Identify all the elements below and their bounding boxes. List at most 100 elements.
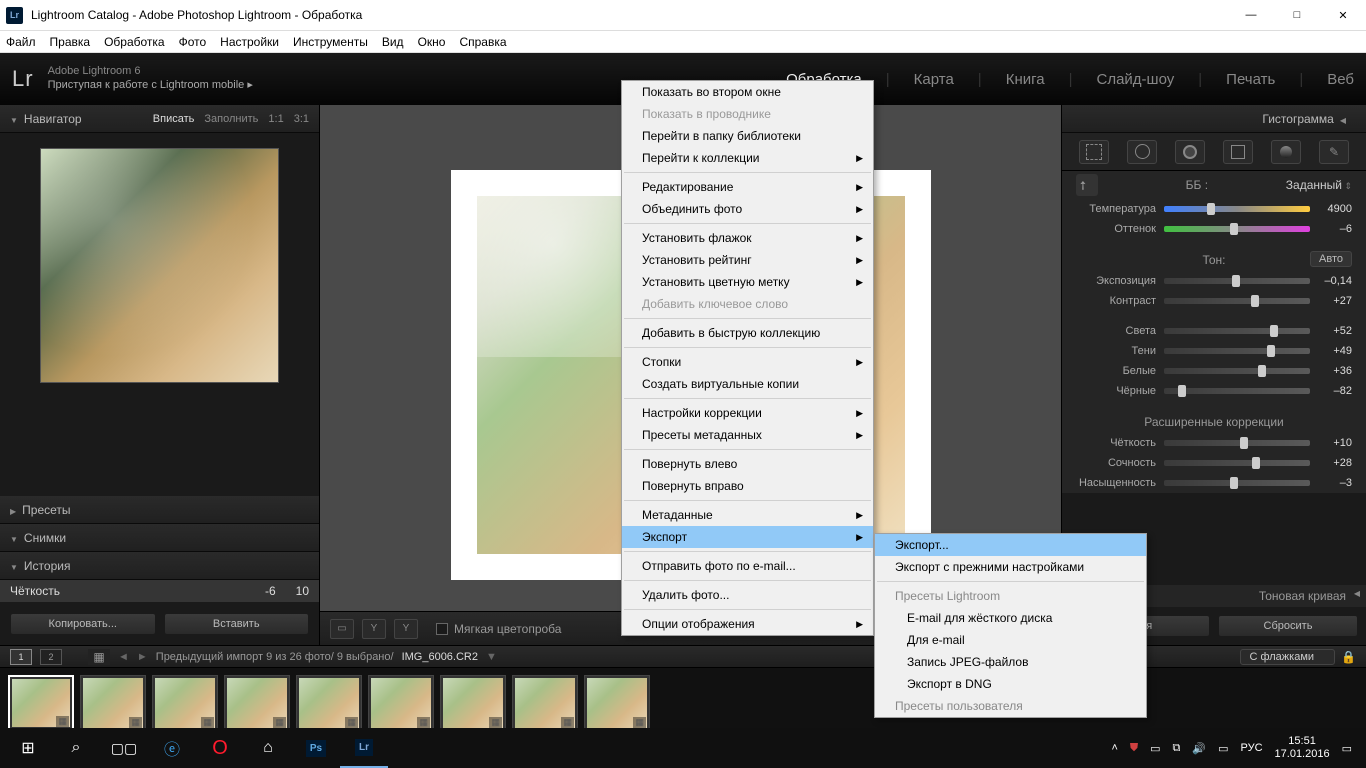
fs-secondary-display-icon[interactable]: 2 [40, 649, 62, 665]
filmstrip-thumb[interactable] [80, 675, 146, 731]
tray-volume-icon[interactable]: 🔊 [1192, 742, 1206, 755]
slider-Температура[interactable]: Температура4900 [1062, 199, 1366, 219]
photoshop-icon[interactable]: Ps [292, 728, 340, 768]
tray-input-icon[interactable]: ▭ [1218, 742, 1228, 755]
module-Слайд-шоу[interactable]: Слайд-шоу [1097, 71, 1175, 88]
menu-окно[interactable]: Окно [418, 35, 446, 49]
menu-настройки[interactable]: Настройки [220, 35, 279, 49]
eyedropper-icon[interactable] [1076, 174, 1098, 196]
slider-Экспозиция[interactable]: Экспозиция–0,14 [1062, 271, 1366, 291]
presets-header[interactable]: Пресеты [0, 496, 319, 524]
slider-Света[interactable]: Света+52 [1062, 321, 1366, 341]
filmstrip-thumb[interactable] [152, 675, 218, 731]
filmstrip-thumb[interactable] [512, 675, 578, 731]
submenu-item[interactable]: E-mail для жёсткого диска [875, 607, 1146, 629]
ctx-item[interactable]: Опции отображения▶ [622, 613, 873, 635]
ctx-item[interactable]: Объединить фото▶ [622, 198, 873, 220]
tray-language[interactable]: РУС [1241, 742, 1263, 754]
module-Веб[interactable]: Веб [1327, 71, 1354, 88]
tray-network-icon[interactable]: ⧉ [1173, 742, 1181, 755]
search-icon[interactable]: ⌕ [52, 728, 100, 768]
fs-primary-display-icon[interactable]: 1 [10, 649, 32, 665]
task-view-icon[interactable]: ▢▢ [100, 728, 148, 768]
loupe-view-icon[interactable]: ▭ [330, 619, 354, 639]
fs-nav-back-icon[interactable]: ◄ [118, 651, 129, 663]
navigator-preview[interactable] [0, 133, 319, 393]
ctx-item[interactable]: Метаданные▶ [622, 504, 873, 526]
history-item[interactable]: Чёткость -6 10 [0, 580, 319, 603]
ctx-item[interactable]: Настройки коррекции▶ [622, 402, 873, 424]
spot-tool-icon[interactable] [1127, 140, 1157, 164]
fs-nav-fwd-icon[interactable]: ► [137, 651, 148, 663]
navigator-header[interactable]: Навигатор ВписатьЗаполнить1:13:1 [0, 105, 319, 133]
nav-zoom-3:1[interactable]: 3:1 [294, 113, 309, 125]
crop-tool-icon[interactable] [1079, 140, 1109, 164]
submenu-item[interactable]: Экспорт... [875, 534, 1146, 556]
auto-tone-button[interactable]: Авто [1310, 251, 1352, 267]
wb-preset-select[interactable]: Заданный [1286, 178, 1352, 192]
filmstrip[interactable] [0, 667, 1366, 737]
tray-battery-icon[interactable]: ▭ [1150, 742, 1160, 755]
ctx-item[interactable]: Перейти в папку библиотеки [622, 125, 873, 147]
slider-Чёткость[interactable]: Чёткость+10 [1062, 433, 1366, 453]
ctx-item[interactable]: Установить флажок▶ [622, 227, 873, 249]
window-minimize-button[interactable]: — [1228, 0, 1274, 31]
gradient-tool-icon[interactable] [1223, 140, 1253, 164]
start-button[interactable]: ⊞ [4, 728, 52, 768]
ctx-item[interactable]: Показать во втором окне [622, 81, 873, 103]
nav-zoom-Заполнить[interactable]: Заполнить [204, 113, 258, 125]
fs-grid-icon[interactable]: ▦ [88, 649, 110, 665]
filter-lock-icon[interactable]: 🔒 [1341, 650, 1356, 664]
ctx-item[interactable]: Стопки▶ [622, 351, 873, 373]
paste-button[interactable]: Вставить [164, 613, 310, 635]
ctx-item[interactable]: Создать виртуальные копии [622, 373, 873, 395]
ctx-item[interactable]: Экспорт▶ [622, 526, 873, 548]
reset-button[interactable]: Сбросить [1218, 615, 1358, 637]
tray-notifications-icon[interactable]: ▭ [1342, 742, 1352, 755]
menu-фото[interactable]: Фото [179, 35, 207, 49]
ctx-item[interactable]: Добавить в быструю коллекцию [622, 322, 873, 344]
window-close-button[interactable]: ✕ [1320, 0, 1366, 31]
filmstrip-thumb[interactable] [224, 675, 290, 731]
module-Карта[interactable]: Карта [914, 71, 954, 88]
ctx-item[interactable]: Установить цветную метку▶ [622, 271, 873, 293]
ctx-item[interactable]: Повернуть влево [622, 453, 873, 475]
filmstrip-thumb[interactable] [8, 675, 74, 731]
histogram-header[interactable]: Гистограмма [1062, 105, 1366, 133]
module-Печать[interactable]: Печать [1226, 71, 1275, 88]
slider-Белые[interactable]: Белые+36 [1062, 361, 1366, 381]
window-maximize-button[interactable]: □ [1274, 0, 1320, 31]
lightroom-icon[interactable]: Lr [340, 728, 388, 768]
ctx-item[interactable]: Перейти к коллекции▶ [622, 147, 873, 169]
nav-zoom-1:1[interactable]: 1:1 [268, 113, 283, 125]
submenu-item[interactable]: Для e-mail [875, 629, 1146, 651]
ctx-item[interactable]: Пресеты метаданных▶ [622, 424, 873, 446]
slider-Сочность[interactable]: Сочность+28 [1062, 453, 1366, 473]
slider-Чёрные[interactable]: Чёрные–82 [1062, 381, 1366, 401]
copy-button[interactable]: Копировать... [10, 613, 156, 635]
redeye-tool-icon[interactable] [1175, 140, 1205, 164]
submenu-item[interactable]: Экспорт в DNG [875, 673, 1146, 695]
soft-proof-checkbox[interactable] [436, 623, 448, 635]
radial-tool-icon[interactable] [1271, 140, 1301, 164]
menu-справка[interactable]: Справка [459, 35, 506, 49]
module-Книга[interactable]: Книга [1006, 71, 1045, 88]
menu-инструменты[interactable]: Инструменты [293, 35, 368, 49]
menu-вид[interactable]: Вид [382, 35, 404, 49]
menu-файл[interactable]: Файл [6, 35, 36, 49]
filter-select[interactable]: С флажками [1240, 649, 1335, 665]
filmstrip-thumb[interactable] [368, 675, 434, 731]
slider-Контраст[interactable]: Контраст+27 [1062, 291, 1366, 311]
nav-zoom-Вписать[interactable]: Вписать [153, 113, 195, 125]
menu-правка[interactable]: Правка [50, 35, 91, 49]
header-mobile-link[interactable]: Приступая к работе с Lightroom mobile ▸ [48, 79, 253, 91]
ctx-item[interactable]: Редактирование▶ [622, 176, 873, 198]
ctx-item[interactable]: Отправить фото по e-mail... [622, 555, 873, 577]
before-after-y-icon[interactable]: Y [362, 619, 386, 639]
tray-expand-icon[interactable]: ˄ [1111, 742, 1117, 754]
tray-shield-icon[interactable]: ⛊ [1130, 742, 1138, 755]
slider-Насыщенность[interactable]: Насыщенность–3 [1062, 473, 1366, 493]
brush-tool-icon[interactable] [1319, 140, 1349, 164]
slider-Оттенок[interactable]: Оттенок–6 [1062, 219, 1366, 239]
ctx-item[interactable]: Удалить фото... [622, 584, 873, 606]
